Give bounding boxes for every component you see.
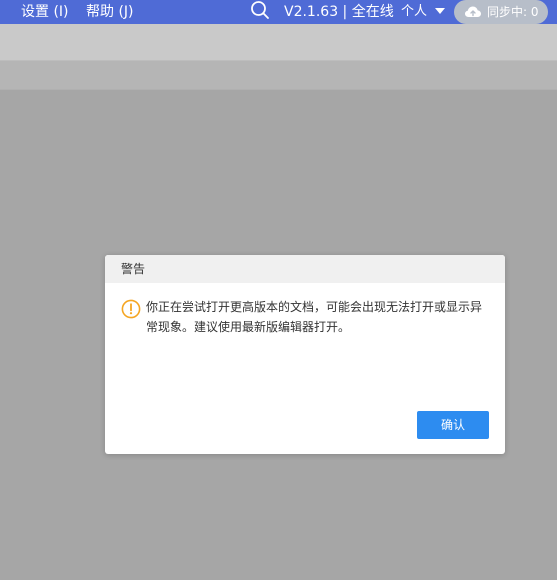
- toolbar-area: [0, 24, 557, 60]
- user-menu[interactable]: 个人: [401, 0, 446, 24]
- confirm-button[interactable]: 确认: [417, 411, 489, 439]
- version-status: V2.1.63 | 全在线: [284, 4, 394, 20]
- cloud-upload-icon: [465, 6, 481, 17]
- top-menu-bar: 设置 (I) 帮助 (J) V2.1.63 | 全在线 个人 同步中: 0: [0, 0, 557, 24]
- ruler-area: [0, 60, 557, 90]
- search-icon[interactable]: [250, 0, 270, 24]
- warning-dialog: 警告 你正在尝试打开更高版本的文档，可能会出现无法打开或显示异常现象。建议使用最…: [105, 255, 505, 454]
- sync-status-label: 同步中: 0: [487, 5, 539, 19]
- chevron-down-icon: [435, 7, 446, 14]
- sync-status-button[interactable]: 同步中: 0: [454, 0, 548, 24]
- menu-settings[interactable]: 设置 (I): [21, 0, 69, 24]
- dialog-title: 警告: [105, 255, 505, 283]
- dialog-message: 你正在尝试打开更高版本的文档，可能会出现无法打开或显示异常现象。建议使用最新版编…: [146, 300, 483, 334]
- menu-help[interactable]: 帮助 (J): [86, 0, 134, 24]
- warning-circle-icon: [121, 299, 141, 319]
- user-menu-label: 个人: [401, 4, 428, 19]
